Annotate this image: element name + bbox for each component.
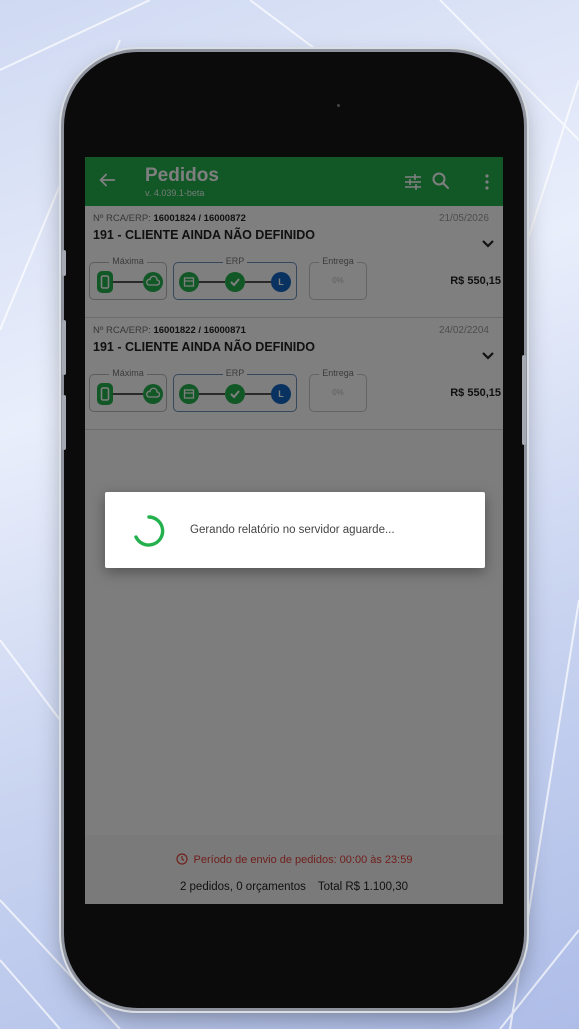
loading-message: Gerando relatório no servidor aguarde...	[190, 524, 395, 536]
phone-volume-up	[62, 320, 66, 375]
front-camera	[337, 104, 340, 107]
loading-spinner-icon	[134, 515, 165, 547]
phone-mute-switch	[62, 250, 66, 276]
phone-volume-down	[62, 395, 66, 450]
phone-power-button	[522, 355, 526, 445]
loading-dialog: Gerando relatório no servidor aguarde...	[105, 492, 485, 568]
